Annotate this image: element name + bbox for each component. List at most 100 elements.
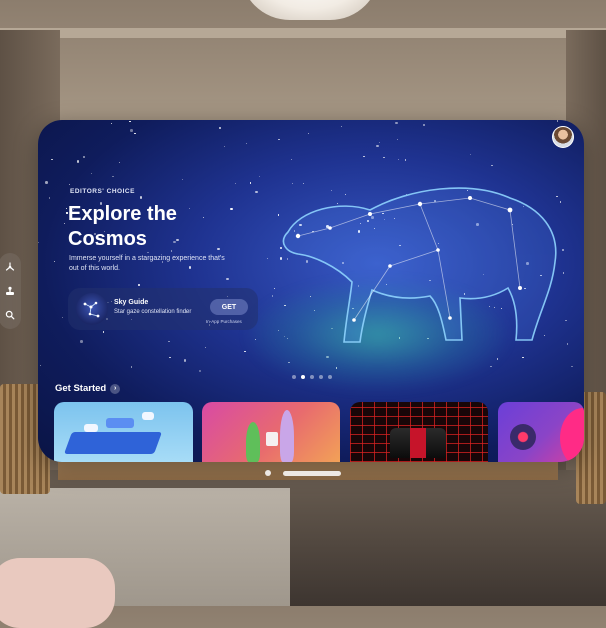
star bbox=[249, 182, 252, 184]
race-car-stripe bbox=[410, 428, 426, 458]
window-grabber-bar[interactable] bbox=[283, 471, 341, 476]
star bbox=[139, 196, 143, 199]
star bbox=[134, 132, 136, 134]
constellation-icon bbox=[83, 301, 100, 318]
window-close-dot[interactable] bbox=[265, 470, 271, 476]
orb bbox=[510, 424, 536, 450]
hero-title: Explore the Cosmos bbox=[68, 203, 177, 250]
featured-app-card[interactable]: Sky Guide Star gaze constellation finder… bbox=[68, 288, 258, 330]
star bbox=[64, 223, 66, 225]
apps-tab[interactable] bbox=[3, 260, 17, 274]
star bbox=[204, 346, 207, 349]
puzzle-board bbox=[63, 432, 163, 454]
star bbox=[290, 159, 292, 161]
star bbox=[45, 181, 48, 184]
green-chess-piece bbox=[246, 422, 260, 462]
star bbox=[244, 350, 246, 352]
pink-shape bbox=[560, 408, 584, 462]
tile-chess-game[interactable] bbox=[202, 402, 340, 462]
star bbox=[395, 121, 398, 125]
star bbox=[48, 197, 50, 199]
star bbox=[226, 277, 229, 281]
star bbox=[496, 358, 499, 360]
star bbox=[131, 366, 133, 368]
star bbox=[51, 158, 53, 160]
puzzle-block bbox=[142, 412, 154, 420]
star bbox=[234, 182, 236, 184]
get-button[interactable]: GET bbox=[210, 299, 248, 315]
star bbox=[397, 158, 400, 160]
star bbox=[82, 155, 86, 159]
star bbox=[245, 142, 247, 144]
star bbox=[469, 154, 471, 156]
purple-chess-piece bbox=[280, 410, 294, 462]
star bbox=[54, 260, 56, 263]
page-dot[interactable] bbox=[319, 375, 323, 379]
star bbox=[65, 207, 68, 210]
sky-guide-app-icon bbox=[76, 293, 108, 325]
tile-orb-game[interactable] bbox=[498, 402, 584, 462]
star bbox=[129, 120, 131, 123]
side-toolbar bbox=[0, 253, 21, 329]
bear-constellation-illustration bbox=[282, 187, 557, 343]
star bbox=[556, 120, 558, 122]
puzzle-block bbox=[84, 424, 98, 432]
star bbox=[198, 369, 202, 373]
get-started-header[interactable]: Get Started › bbox=[55, 383, 121, 394]
page-dot[interactable] bbox=[328, 375, 332, 379]
star bbox=[259, 175, 261, 178]
star bbox=[571, 365, 573, 368]
star bbox=[376, 144, 379, 148]
page-dot-active[interactable] bbox=[301, 375, 305, 379]
page-dot[interactable] bbox=[310, 375, 314, 379]
star bbox=[80, 340, 83, 343]
arcade-icon bbox=[6, 286, 14, 295]
section-title: Get Started bbox=[55, 383, 107, 394]
account-avatar[interactable] bbox=[552, 126, 574, 148]
page-dot[interactable] bbox=[292, 375, 296, 379]
search-icon bbox=[5, 310, 15, 320]
star bbox=[103, 331, 105, 333]
star bbox=[119, 161, 121, 164]
star bbox=[422, 123, 426, 127]
ceiling-lamp bbox=[240, 0, 380, 20]
star bbox=[490, 366, 492, 368]
dice bbox=[266, 432, 278, 446]
star bbox=[491, 164, 493, 166]
star bbox=[38, 241, 40, 244]
carousel-page-indicator[interactable] bbox=[292, 375, 332, 379]
pink-cushion bbox=[0, 558, 115, 628]
star bbox=[404, 159, 407, 161]
star bbox=[40, 364, 42, 366]
star bbox=[218, 126, 221, 130]
star bbox=[223, 146, 225, 148]
puzzle-block bbox=[106, 418, 134, 428]
search-tab[interactable] bbox=[3, 308, 17, 322]
featured-app-tagline: Star gaze constellation finder bbox=[114, 309, 192, 315]
star bbox=[182, 179, 184, 181]
star bbox=[307, 133, 310, 135]
hero-eyebrow: EDITORS' CHOICE bbox=[70, 188, 135, 195]
star bbox=[278, 138, 280, 141]
star bbox=[112, 175, 114, 178]
star bbox=[169, 357, 171, 359]
arcade-tab[interactable] bbox=[3, 284, 17, 298]
star bbox=[340, 126, 343, 128]
ceiling-molding bbox=[0, 28, 606, 38]
tile-racing-game[interactable] bbox=[350, 402, 488, 462]
app-store-window: EDITORS' CHOICE Explore the Cosmos Immer… bbox=[38, 120, 584, 462]
star bbox=[363, 155, 365, 158]
star bbox=[183, 359, 187, 362]
star bbox=[68, 184, 71, 186]
tile-puzzle-game[interactable] bbox=[54, 402, 193, 462]
star bbox=[61, 316, 63, 319]
star bbox=[383, 156, 385, 158]
star bbox=[522, 356, 524, 359]
star bbox=[111, 123, 113, 125]
apps-icon bbox=[5, 262, 15, 271]
star bbox=[76, 160, 79, 163]
star bbox=[396, 139, 399, 141]
star bbox=[572, 121, 576, 124]
star bbox=[168, 341, 170, 343]
hero-subtitle: Immerse yourself in a stargazing experie… bbox=[69, 255, 225, 272]
